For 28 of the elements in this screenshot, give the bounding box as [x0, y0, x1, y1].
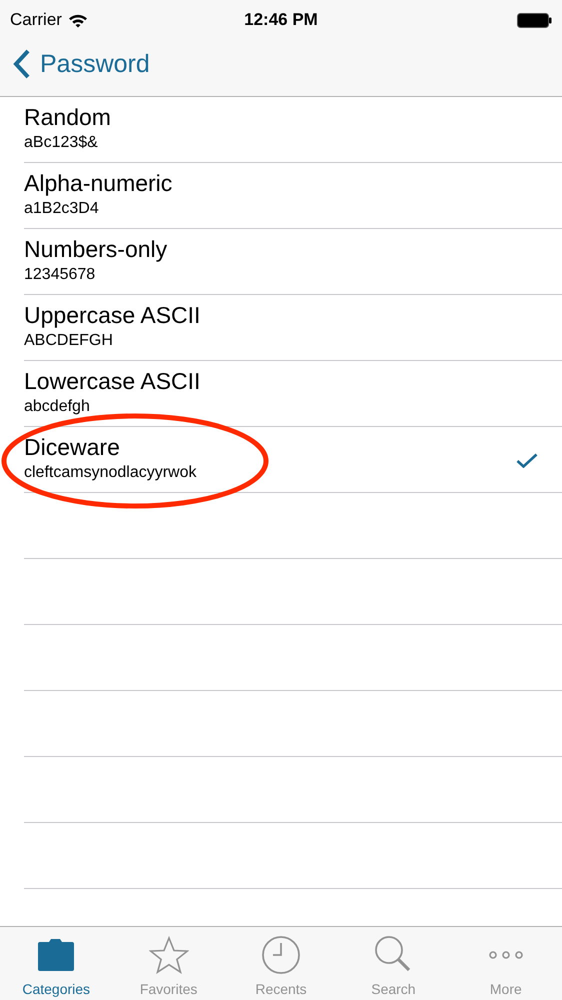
- carrier-label: Carrier: [10, 10, 62, 30]
- chevron-left-icon: [12, 49, 32, 79]
- option-title: Alpha-numeric: [24, 170, 172, 196]
- option-title: Numbers-only: [24, 236, 168, 262]
- clock-icon: [261, 935, 302, 975]
- option-example: cleftcamsynodlacyyrwok: [24, 464, 196, 482]
- option-example: ABCDEFGH: [24, 332, 113, 350]
- back-button[interactable]: Password: [0, 49, 150, 79]
- option-row[interactable]: Alpha-numeric a1B2c3D4: [24, 163, 562, 229]
- star-icon: [148, 936, 189, 974]
- option-row[interactable]: Diceware cleftcamsynodlacyyrwok: [24, 427, 562, 493]
- option-row[interactable]: Uppercase ASCII ABCDEFGH: [24, 295, 562, 361]
- option-example: abcdefgh: [24, 398, 90, 416]
- option-title: Diceware: [24, 434, 120, 460]
- folder-icon: [36, 938, 76, 972]
- option-example: 12345678: [24, 266, 96, 284]
- tab-item[interactable]: Categories: [0, 927, 112, 1000]
- option-example: a1B2c3D4: [24, 200, 99, 218]
- battery-icon: [517, 12, 552, 28]
- option-title: Lowercase ASCII: [24, 368, 200, 394]
- option-title: Uppercase ASCII: [24, 302, 200, 328]
- option-row[interactable]: Lowercase ASCII abcdefgh: [24, 361, 562, 427]
- option-row[interactable]: Numbers-only 12345678: [24, 229, 562, 295]
- option-title: Random: [24, 104, 111, 130]
- option-example: aBc123$&: [24, 134, 98, 152]
- option-row[interactable]: Random aBc123$&: [24, 97, 562, 163]
- clock-time: 12:46 PM: [244, 10, 318, 29]
- wifi-icon: [68, 12, 88, 28]
